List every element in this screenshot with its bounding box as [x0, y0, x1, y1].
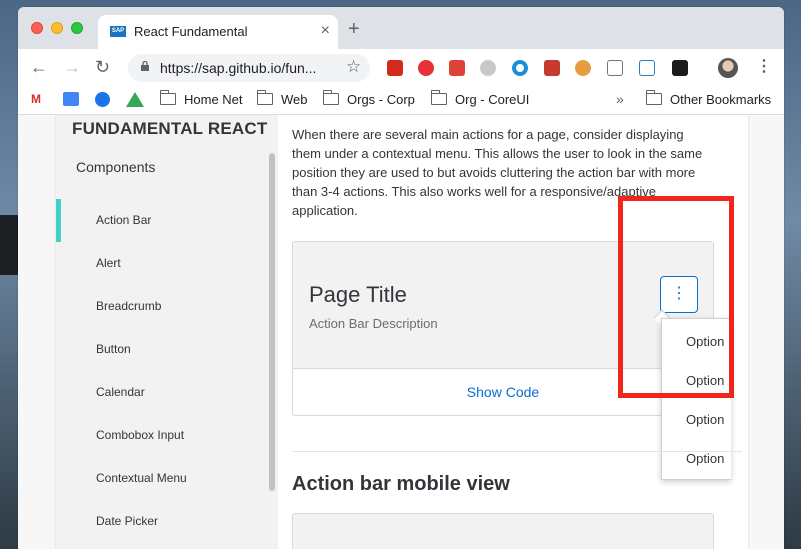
lastpass-extension-icon[interactable] [387, 60, 403, 76]
close-window-button[interactable] [31, 22, 43, 34]
section-divider [292, 451, 742, 452]
reload-button[interactable]: ↻ [95, 57, 110, 77]
sidebar-item-label: Calendar [96, 385, 145, 399]
todoist-extension-icon[interactable] [449, 60, 465, 76]
sidebar-item-calendar[interactable]: Calendar [56, 371, 268, 414]
avatar-extension-icon[interactable] [575, 60, 591, 76]
back-button[interactable]: ← [30, 57, 48, 77]
sidebar-item-label: Breadcrumb [96, 299, 162, 313]
chrome-menu-icon[interactable]: ⋮ [756, 58, 772, 76]
folder-icon [430, 90, 447, 105]
folder-icon [645, 90, 662, 105]
section-title: Action bar mobile view [292, 473, 510, 495]
sidebar-item-breadcrumb[interactable]: Breadcrumb [56, 285, 268, 328]
bookmark-home-net[interactable]: Home Net [184, 92, 243, 107]
folder-icon [322, 90, 339, 105]
tab-title: React Fundamental [134, 24, 248, 39]
triangle-extension-icon[interactable] [639, 60, 655, 76]
folder-icon [159, 90, 176, 105]
bookmarks-bar: M Home Net Web Orgs - Corp Org - CoreUI … [18, 87, 784, 115]
url-text: https://sap.github.io/fun... [160, 60, 317, 76]
address-bar[interactable]: https://sap.github.io/fun... ☆ [128, 54, 370, 82]
bookmarks-overflow-icon[interactable]: » [616, 91, 624, 107]
mobile-example-card [292, 513, 714, 549]
bookmark-org-coreui[interactable]: Org - CoreUI [455, 92, 529, 107]
sidebar-item-label: Action Bar [96, 213, 152, 227]
h-extension-icon[interactable] [672, 60, 688, 76]
menu-option[interactable]: Option [686, 412, 724, 427]
tab-react-fundamental[interactable]: SAP React Fundamental × [98, 15, 338, 49]
sidebar-item-button[interactable]: Button [56, 328, 268, 371]
puzzle-extension-icon[interactable] [544, 60, 560, 76]
page-description: Action Bar Description [309, 316, 438, 331]
menu-option[interactable]: Option [686, 451, 724, 466]
zoom-window-button[interactable] [71, 22, 83, 34]
sidebar-item-label: Combobox Input [96, 428, 185, 442]
tab-strip: SAP React Fundamental × + [18, 7, 784, 49]
sidebar-item-date-picker[interactable]: Date Picker [56, 500, 268, 543]
sidebar-item-label: Contextual Menu [96, 471, 187, 485]
lock-icon [141, 61, 149, 71]
reader-extension-icon[interactable] [607, 60, 623, 76]
contacts-icon[interactable] [95, 92, 110, 107]
gmail-icon[interactable]: M [31, 92, 47, 106]
new-tab-button[interactable]: + [348, 19, 360, 39]
sidebar-item-label: Button [96, 342, 131, 356]
sidebar-item-alert[interactable]: Alert [56, 242, 268, 285]
sidebar-item-label: Date Picker [96, 514, 159, 528]
gray-circle-extension-icon[interactable] [480, 60, 496, 76]
sidebar-item-combobox-input[interactable]: Combobox Input [56, 414, 268, 457]
adobe-extension-icon[interactable] [418, 60, 434, 76]
folder-icon [256, 90, 273, 105]
sidebar-section-title: Components [76, 159, 156, 175]
blue-ring-extension-icon[interactable] [512, 60, 528, 76]
calendar-icon[interactable] [63, 92, 79, 106]
bookmark-star-icon[interactable]: ☆ [346, 57, 361, 77]
sidebar-item-action-bar[interactable]: Action Bar [56, 199, 268, 242]
sidebar-item-label: Alert [96, 256, 121, 270]
tab-close-icon[interactable]: × [321, 21, 330, 41]
bookmark-other[interactable]: Other Bookmarks [670, 92, 771, 107]
sidebar: FUNDAMENTAL REACT Components Action Bar … [56, 115, 278, 549]
browser-toolbar: ← → ↻ https://sap.github.io/fun... ☆ ⋮ [18, 49, 784, 87]
brand-title[interactable]: FUNDAMENTAL REACT [72, 119, 267, 139]
bookmark-orgs-corp[interactable]: Orgs - Corp [347, 92, 415, 107]
forward-button[interactable]: → [63, 57, 81, 77]
page-title: Page Title [309, 282, 407, 307]
bookmark-web[interactable]: Web [281, 92, 308, 107]
minimize-window-button[interactable] [51, 22, 63, 34]
sidebar-scrollbar[interactable] [269, 153, 275, 491]
highlight-annotation-box [618, 196, 734, 398]
sap-favicon-icon: SAP [110, 26, 126, 37]
drive-icon[interactable] [126, 92, 144, 107]
sidebar-item-contextual-menu[interactable]: Contextual Menu [56, 457, 268, 500]
profile-avatar[interactable] [718, 58, 738, 78]
